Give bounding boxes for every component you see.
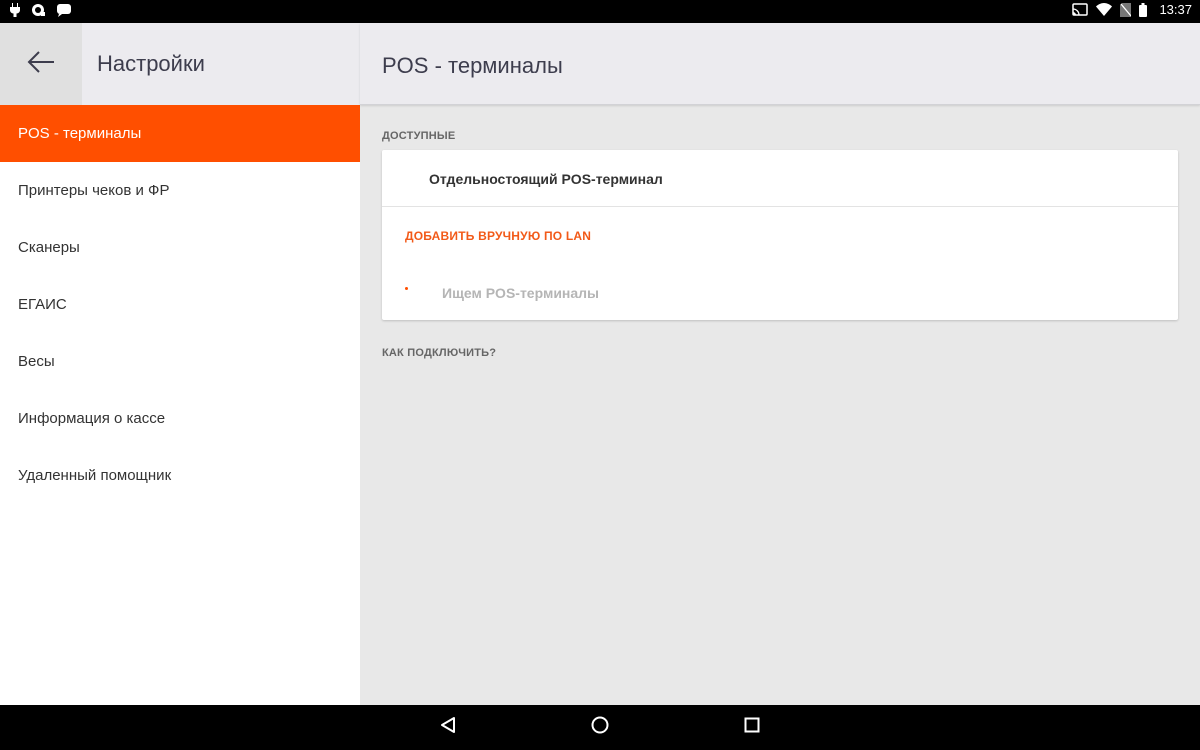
status-time: 13:37 <box>1159 2 1192 17</box>
searching-status: Ищем POS-терминалы <box>442 285 600 301</box>
device-name: Отдельностоящий POS-терминал <box>429 171 663 187</box>
page-title: POS - терминалы <box>382 53 563 78</box>
recents-square-icon <box>743 716 761 739</box>
sidebar-item-receipt-printers[interactable]: Принтеры чеков и ФР <box>0 162 360 219</box>
available-section-label: ДОСТУПНЫЕ <box>382 130 456 142</box>
sidebar-header: Настройки <box>0 23 360 105</box>
add-lan-button[interactable]: ДОБАВИТЬ ВРУЧНУЮ ПО LAN <box>405 229 591 243</box>
nav-back-button[interactable] <box>418 705 478 750</box>
sidebar-title: Настройки <box>97 51 205 76</box>
navigation-bar <box>0 705 1200 750</box>
status-bar: 13:37 <box>0 0 1200 23</box>
sidebar-item-scanners[interactable]: Сканеры <box>0 219 360 276</box>
how-to-connect-link[interactable]: КАК ПОДКЛЮЧИТЬ? <box>382 347 496 359</box>
back-triangle-icon <box>439 716 457 739</box>
spinner-icon <box>405 287 408 290</box>
sidebar-item-remote-assistant[interactable]: Удаленный помощник <box>0 447 360 504</box>
sidebar-item-register-info[interactable]: Информация о кассе <box>0 390 360 447</box>
wifi-icon <box>1096 2 1113 17</box>
nav-home-button[interactable] <box>570 705 630 750</box>
app-icon <box>30 3 46 17</box>
nav-recents-button[interactable] <box>722 705 782 750</box>
sidebar-item-scales[interactable]: Весы <box>0 333 360 390</box>
sidebar-item-egais[interactable]: ЕГАИС <box>0 276 360 333</box>
arrow-left-icon <box>27 50 55 79</box>
usb-plug-icon <box>10 3 20 17</box>
sidebar-item-pos-terminals[interactable]: POS - терминалы <box>0 105 360 162</box>
searching-row: Ищем POS-терминалы <box>382 268 1178 318</box>
battery-icon <box>1139 2 1148 17</box>
home-circle-icon <box>590 715 610 740</box>
content-header: POS - терминалы <box>360 23 1200 105</box>
cast-icon <box>1072 3 1089 16</box>
settings-sidebar: Настройки POS - терминалы Принтеры чеков… <box>0 23 360 705</box>
no-sim-icon <box>1120 2 1132 17</box>
terminals-card: Отдельностоящий POS-терминал ДОБАВИТЬ ВР… <box>382 150 1178 320</box>
content-panel: POS - терминалы ДОСТУПНЫЕ Отдельностоящи… <box>360 23 1200 705</box>
back-button[interactable] <box>0 23 82 105</box>
settings-menu: POS - терминалы Принтеры чеков и ФР Скан… <box>0 105 360 504</box>
message-icon <box>56 3 72 17</box>
device-row[interactable]: Отдельностоящий POS-терминал <box>382 150 1178 207</box>
